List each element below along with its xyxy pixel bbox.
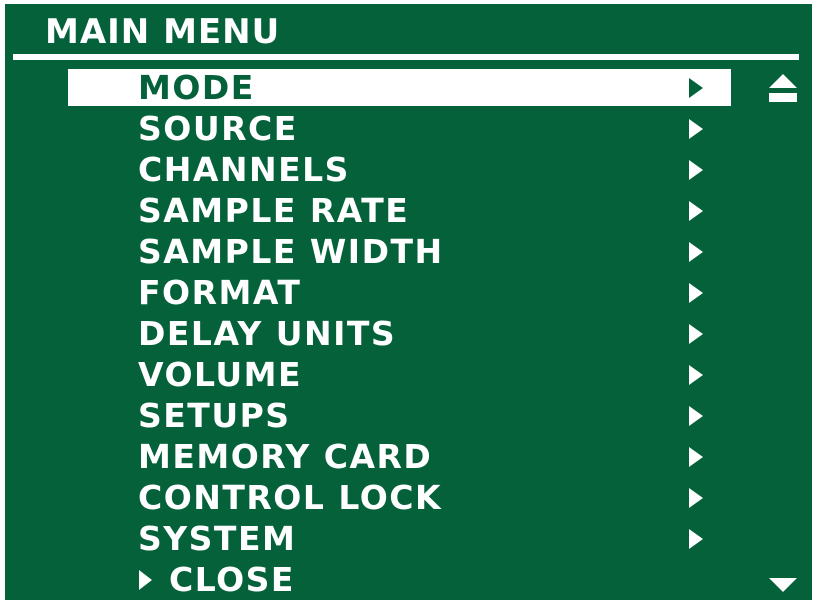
- menu-item-label: SAMPLE RATE: [138, 191, 410, 230]
- chevron-right-icon: [689, 201, 703, 221]
- chevron-right-icon: [689, 283, 703, 303]
- scroll-down-icon[interactable]: [768, 578, 798, 594]
- chevron-right-icon: [689, 324, 703, 344]
- scroll-up-triangle: [769, 74, 797, 88]
- menu-item-label: SAMPLE WIDTH: [138, 232, 444, 271]
- menu-item-label: CHANNELS: [138, 150, 350, 189]
- chevron-right-icon: [689, 242, 703, 262]
- menu-item-label: SOURCE: [138, 109, 298, 148]
- menu-item-volume[interactable]: VOLUME: [68, 356, 731, 393]
- menu-item-label: VOLUME: [138, 355, 303, 394]
- chevron-right-icon: [689, 365, 703, 385]
- menu-item-format[interactable]: FORMAT: [68, 274, 731, 311]
- menu-item-label: SYSTEM: [138, 519, 297, 558]
- scroll-up-bar: [769, 93, 797, 102]
- scroll-up-icon[interactable]: [768, 74, 798, 104]
- chevron-right-icon: [689, 529, 703, 549]
- menu-item-label: MEMORY CARD: [138, 437, 433, 476]
- menu-item-label: MODE: [138, 68, 255, 107]
- chevron-right-icon: [689, 447, 703, 467]
- menu-item-source[interactable]: SOURCE: [68, 110, 731, 147]
- menu-item-system[interactable]: SYSTEM: [68, 520, 731, 557]
- scroll-down-triangle: [769, 578, 797, 592]
- menu-item-close[interactable]: CLOSE: [68, 561, 731, 598]
- menu-item-channels[interactable]: CHANNELS: [68, 151, 731, 188]
- menu-item-delay-units[interactable]: DELAY UNITS: [68, 315, 731, 352]
- main-menu-list: MODE SOURCE CHANNELS SAMPLE RATE SAMPLE …: [5, 4, 812, 600]
- menu-item-setups[interactable]: SETUPS: [68, 397, 731, 434]
- menu-item-memory-card[interactable]: MEMORY CARD: [68, 438, 731, 475]
- menu-item-label: CLOSE: [169, 560, 295, 599]
- play-arrow-icon: [139, 570, 152, 590]
- menu-item-label: CONTROL LOCK: [138, 478, 443, 517]
- chevron-right-icon: [689, 78, 703, 98]
- menu-item-label: SETUPS: [138, 396, 291, 435]
- chevron-right-icon: [689, 488, 703, 508]
- menu-item-sample-width[interactable]: SAMPLE WIDTH: [68, 233, 731, 270]
- chevron-right-icon: [689, 119, 703, 139]
- chevron-right-icon: [689, 160, 703, 180]
- menu-item-sample-rate[interactable]: SAMPLE RATE: [68, 192, 731, 229]
- menu-item-label: FORMAT: [138, 273, 302, 312]
- menu-item-control-lock[interactable]: CONTROL LOCK: [68, 479, 731, 516]
- menu-item-mode[interactable]: MODE: [68, 69, 731, 106]
- menu-screen: MAIN MENU MODE SOURCE CHANNELS SAMPLE RA…: [5, 4, 812, 600]
- menu-item-label: DELAY UNITS: [138, 314, 397, 353]
- chevron-right-icon: [689, 406, 703, 426]
